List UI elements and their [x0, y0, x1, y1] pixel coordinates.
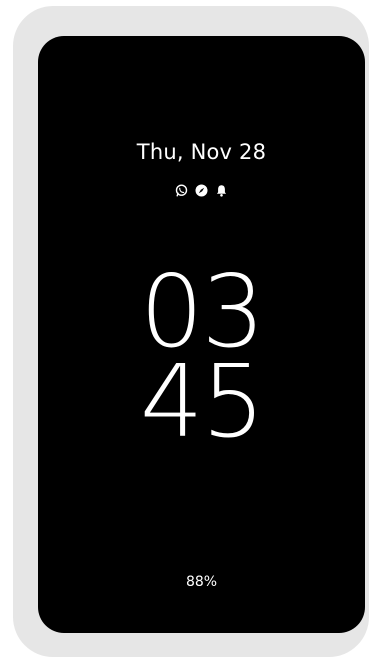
date-label: Thu, Nov 28	[136, 140, 267, 164]
notification-icons	[38, 184, 365, 197]
battery-percentage: 88%	[185, 574, 218, 590]
whatsapp-icon	[175, 184, 188, 197]
bell-icon	[215, 184, 228, 197]
compass-icon	[195, 184, 208, 197]
clock-minutes: 45	[139, 343, 265, 460]
ambient-display-screen: Thu, Nov 28 03 45 88%	[38, 36, 365, 633]
